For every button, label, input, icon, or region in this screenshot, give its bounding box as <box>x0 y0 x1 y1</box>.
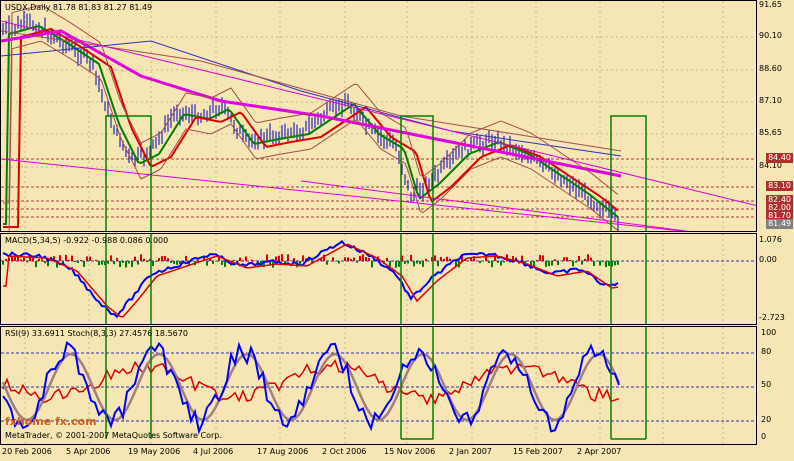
scale-label: 0 <box>761 432 767 441</box>
trend-line <box>1 20 756 207</box>
scale-label: 20 <box>761 415 772 424</box>
bollinger-band <box>3 5 619 204</box>
scale-label: 80 <box>761 347 772 356</box>
date-label: 2 Oct 2006 <box>322 447 367 456</box>
site-watermark: fxhome fx.com <box>5 415 97 428</box>
scale-label: 50 <box>761 380 772 389</box>
oscillator-pane[interactable]: RSI(9) 33.6911 Stoch(8,3,3) 27.4576 18.5… <box>0 326 757 445</box>
date-label: 20 Feb 2006 <box>2 447 52 456</box>
macd-scale: 1.076 0.00 -2.723 <box>757 233 794 325</box>
date-label: 2 Jan 2007 <box>449 447 492 456</box>
price-pane[interactable]: USDX,Daily 81.78 81.83 81.27 81.49 <box>0 0 757 232</box>
moving-average-line <box>3 27 619 228</box>
date-label: 2 Apr 2007 <box>577 447 622 456</box>
date-label: 5 Apr 2006 <box>66 447 111 456</box>
scale-label: 0.00 <box>759 255 777 264</box>
date-label: 15 Feb 2007 <box>513 447 563 456</box>
chart-window: USDX,Daily 81.78 81.83 81.27 81.49 91.65… <box>0 0 794 461</box>
rsi-line <box>2 358 620 406</box>
scale-label: 1.076 <box>759 235 782 244</box>
scale-label: 91.65 <box>759 0 782 9</box>
price-title: USDX,Daily 81.78 81.83 81.27 81.49 <box>5 3 153 12</box>
price-marker: 84.40 <box>766 153 793 163</box>
date-label: 15 Nov 2006 <box>384 447 436 456</box>
price-chart <box>1 1 756 231</box>
price-marker-current: 81.49 <box>766 219 793 229</box>
date-label: 19 May 2006 <box>128 447 181 456</box>
copyright-watermark: MetaTrader, © 2001-2007 MetaQuotes Softw… <box>5 431 222 440</box>
macd-title: MACD(5,34,5) -0.922 -0.988 0.086 0.000 <box>5 236 169 245</box>
price-scale: 91.65 90.10 88.60 87.10 85.65 84.10 84.4… <box>757 0 794 232</box>
scale-label: -2.723 <box>759 313 785 322</box>
macd-line <box>2 240 619 319</box>
macd-pane[interactable]: MACD(5,34,5) -0.922 -0.988 0.086 0.000 <box>0 233 757 325</box>
scale-label: 100 <box>761 328 777 337</box>
macd-signal-line <box>3 243 619 318</box>
oscillator-title: RSI(9) 33.6911 Stoch(8,3,3) 27.4576 18.5… <box>5 329 188 338</box>
macd-chart <box>1 234 756 324</box>
scale-label: 90.10 <box>759 31 782 40</box>
oscillator-chart <box>1 327 756 444</box>
trend-line <box>300 180 690 231</box>
scale-label: 88.60 <box>759 64 782 73</box>
scale-label: 85.65 <box>759 128 782 137</box>
date-label: 17 Aug 2006 <box>257 447 309 456</box>
price-marker: 83.10 <box>766 181 793 191</box>
oscillator-scale: 100 80 50 20 0 <box>757 326 794 445</box>
scale-label: 87.10 <box>759 96 782 105</box>
bollinger-band <box>8 41 619 231</box>
date-label: 4 Jul 2006 <box>193 447 234 456</box>
